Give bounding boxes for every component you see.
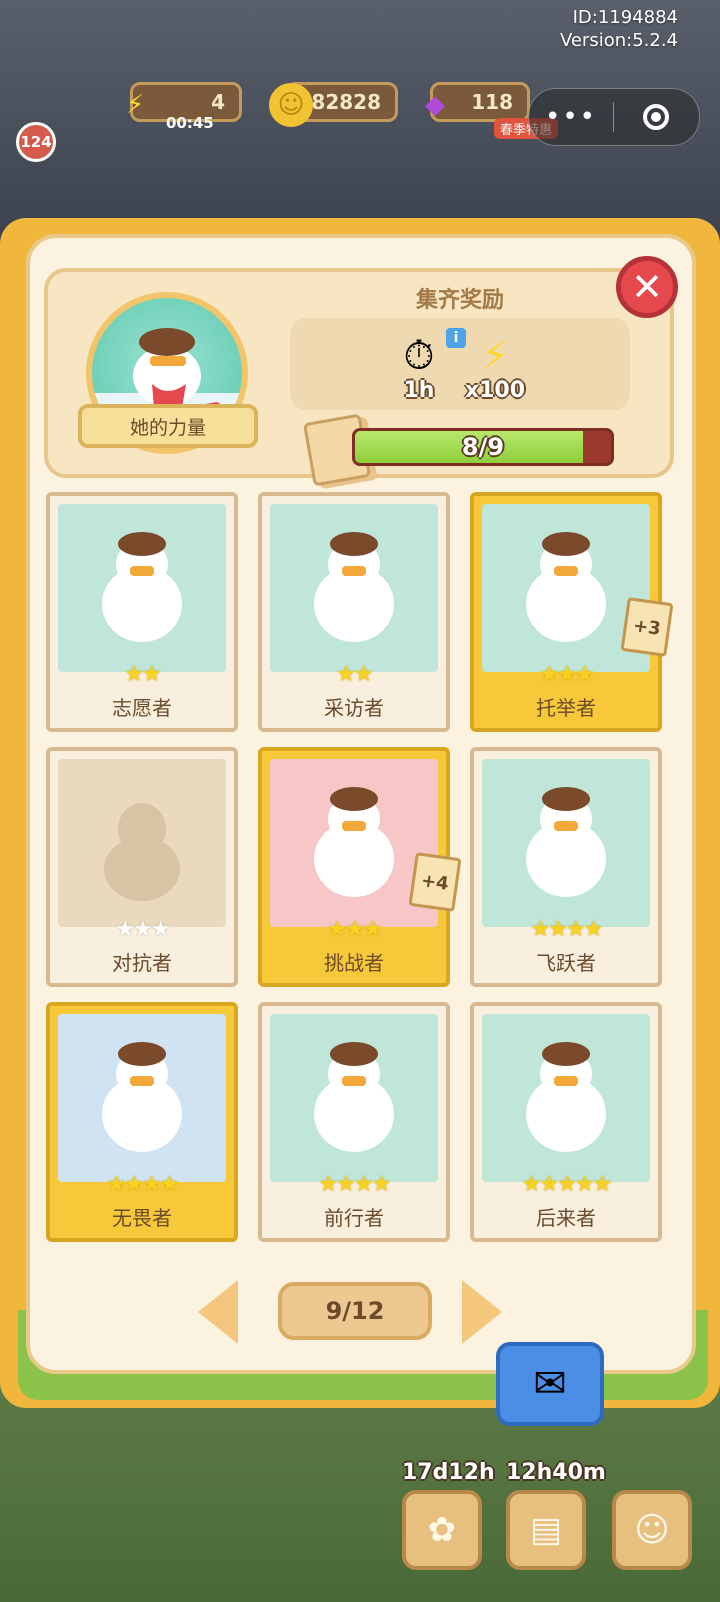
collection-card[interactable]: ★★ 采访者	[258, 492, 450, 732]
lightning-icon: ⚡	[125, 90, 145, 120]
card-name: 无畏者	[112, 1206, 172, 1230]
duplicate-count-badge: +4	[408, 852, 462, 912]
reward-title: 集齐奖励	[415, 288, 504, 313]
collection-name: 她的力量	[129, 416, 206, 439]
progress-text: 8/9	[461, 433, 505, 461]
gem-icon: ◆	[425, 90, 445, 120]
card-illustration	[270, 1014, 438, 1182]
event-timer-1: 17d12h	[402, 1460, 495, 1485]
card-stars: ★★★★★	[521, 1172, 613, 1197]
coin-icon: ☺	[269, 83, 313, 127]
miniprogram-capsule: •••	[528, 88, 700, 146]
collection-card[interactable]: ★★★★★ 后来者	[470, 1002, 662, 1242]
card-name: 对抗者	[112, 951, 172, 975]
energy-value: 4	[211, 90, 225, 114]
flower-icon: ✿	[427, 1510, 457, 1550]
card-name: 采访者	[324, 696, 384, 720]
card-name: 志愿者	[112, 696, 172, 720]
card-name: 后来者	[536, 1206, 596, 1230]
card-stars: ★★★★	[530, 917, 604, 942]
card-stars: ★★★★	[106, 1172, 180, 1197]
card-illustration	[58, 1014, 226, 1182]
prev-page-button[interactable]	[198, 1280, 238, 1344]
level-value: 124	[20, 133, 52, 151]
collection-card[interactable]: ★★★★ 无畏者	[46, 1002, 238, 1242]
card-stars: ★★	[336, 662, 373, 687]
gem-counter[interactable]: ◆ 118	[425, 82, 530, 122]
card-illustration	[482, 1014, 650, 1182]
event-button-3[interactable]: ☺	[612, 1490, 692, 1570]
card-illustration	[58, 504, 226, 672]
card-name: 飞跃者	[536, 951, 596, 975]
collection-card[interactable]: ★★★ 对抗者	[46, 747, 238, 987]
card-name: 托举者	[536, 696, 596, 720]
card-illustration	[482, 759, 650, 927]
card-illustration	[270, 504, 438, 672]
collection-card[interactable]: ★★★★ 前行者	[258, 1002, 450, 1242]
build-info: ID:1194884 Version:5.2.4	[560, 6, 678, 52]
energy-timer: 00:45	[166, 114, 214, 132]
reward-time-label: 1h	[403, 378, 435, 403]
collection-card[interactable]: ★★★ 托举者 +3	[470, 492, 674, 732]
card-name: 挑战者	[324, 951, 384, 975]
card-stars: ★★★★	[318, 1172, 392, 1197]
player-id: ID:1194884	[572, 7, 678, 28]
gem-value: 118	[471, 90, 513, 114]
reward-energy: ⚡ x100	[456, 334, 534, 403]
collection-card[interactable]: ★★★★ 飞跃者	[470, 747, 662, 987]
cards-icon: ▤	[529, 1510, 563, 1550]
more-menu-button[interactable]: •••	[529, 104, 613, 130]
envelope-icon: ✉	[533, 1361, 567, 1407]
card-stars: ★★★	[539, 662, 594, 687]
card-stars: ★★	[124, 662, 161, 687]
record-icon	[643, 104, 669, 130]
lightning-icon: ⚡	[480, 333, 510, 379]
coin-counter[interactable]: ☺ 182828	[269, 82, 398, 127]
card-stars: ★★★	[327, 917, 382, 942]
collection-name-ribbon: 她的力量	[78, 404, 258, 448]
close-miniprogram-button[interactable]	[614, 104, 698, 130]
event-timer-2: 12h40m	[506, 1460, 606, 1485]
page-text: 9/12	[325, 1297, 385, 1325]
ground-scene	[0, 1380, 720, 1602]
page-indicator: 9/12	[278, 1282, 432, 1340]
event-button-2[interactable]: ▤	[506, 1490, 586, 1570]
collection-card[interactable]: ★★ 志愿者	[46, 492, 238, 732]
version-label: Version:5.2.4	[559, 30, 678, 51]
event-button-1[interactable]: ✿	[402, 1490, 482, 1570]
duck-icon: ☺	[634, 1510, 670, 1550]
stopwatch-icon: ⏱	[403, 333, 435, 379]
card-name: 前行者	[324, 1206, 384, 1230]
card-stars: ★★★	[115, 917, 170, 942]
level-badge[interactable]: 124	[16, 122, 56, 162]
card-album-button[interactable]: ✉	[496, 1342, 604, 1426]
reward-time: ⏱ 1h	[384, 334, 454, 403]
collection-card[interactable]: ★★★ 挑战者 +4	[258, 747, 462, 987]
close-button[interactable]: ✕	[616, 256, 678, 318]
next-page-button[interactable]	[462, 1280, 502, 1344]
locked-card-silhouette	[58, 759, 226, 927]
reward-energy-label: x100	[464, 378, 526, 403]
duplicate-count-badge: +3	[620, 597, 674, 657]
